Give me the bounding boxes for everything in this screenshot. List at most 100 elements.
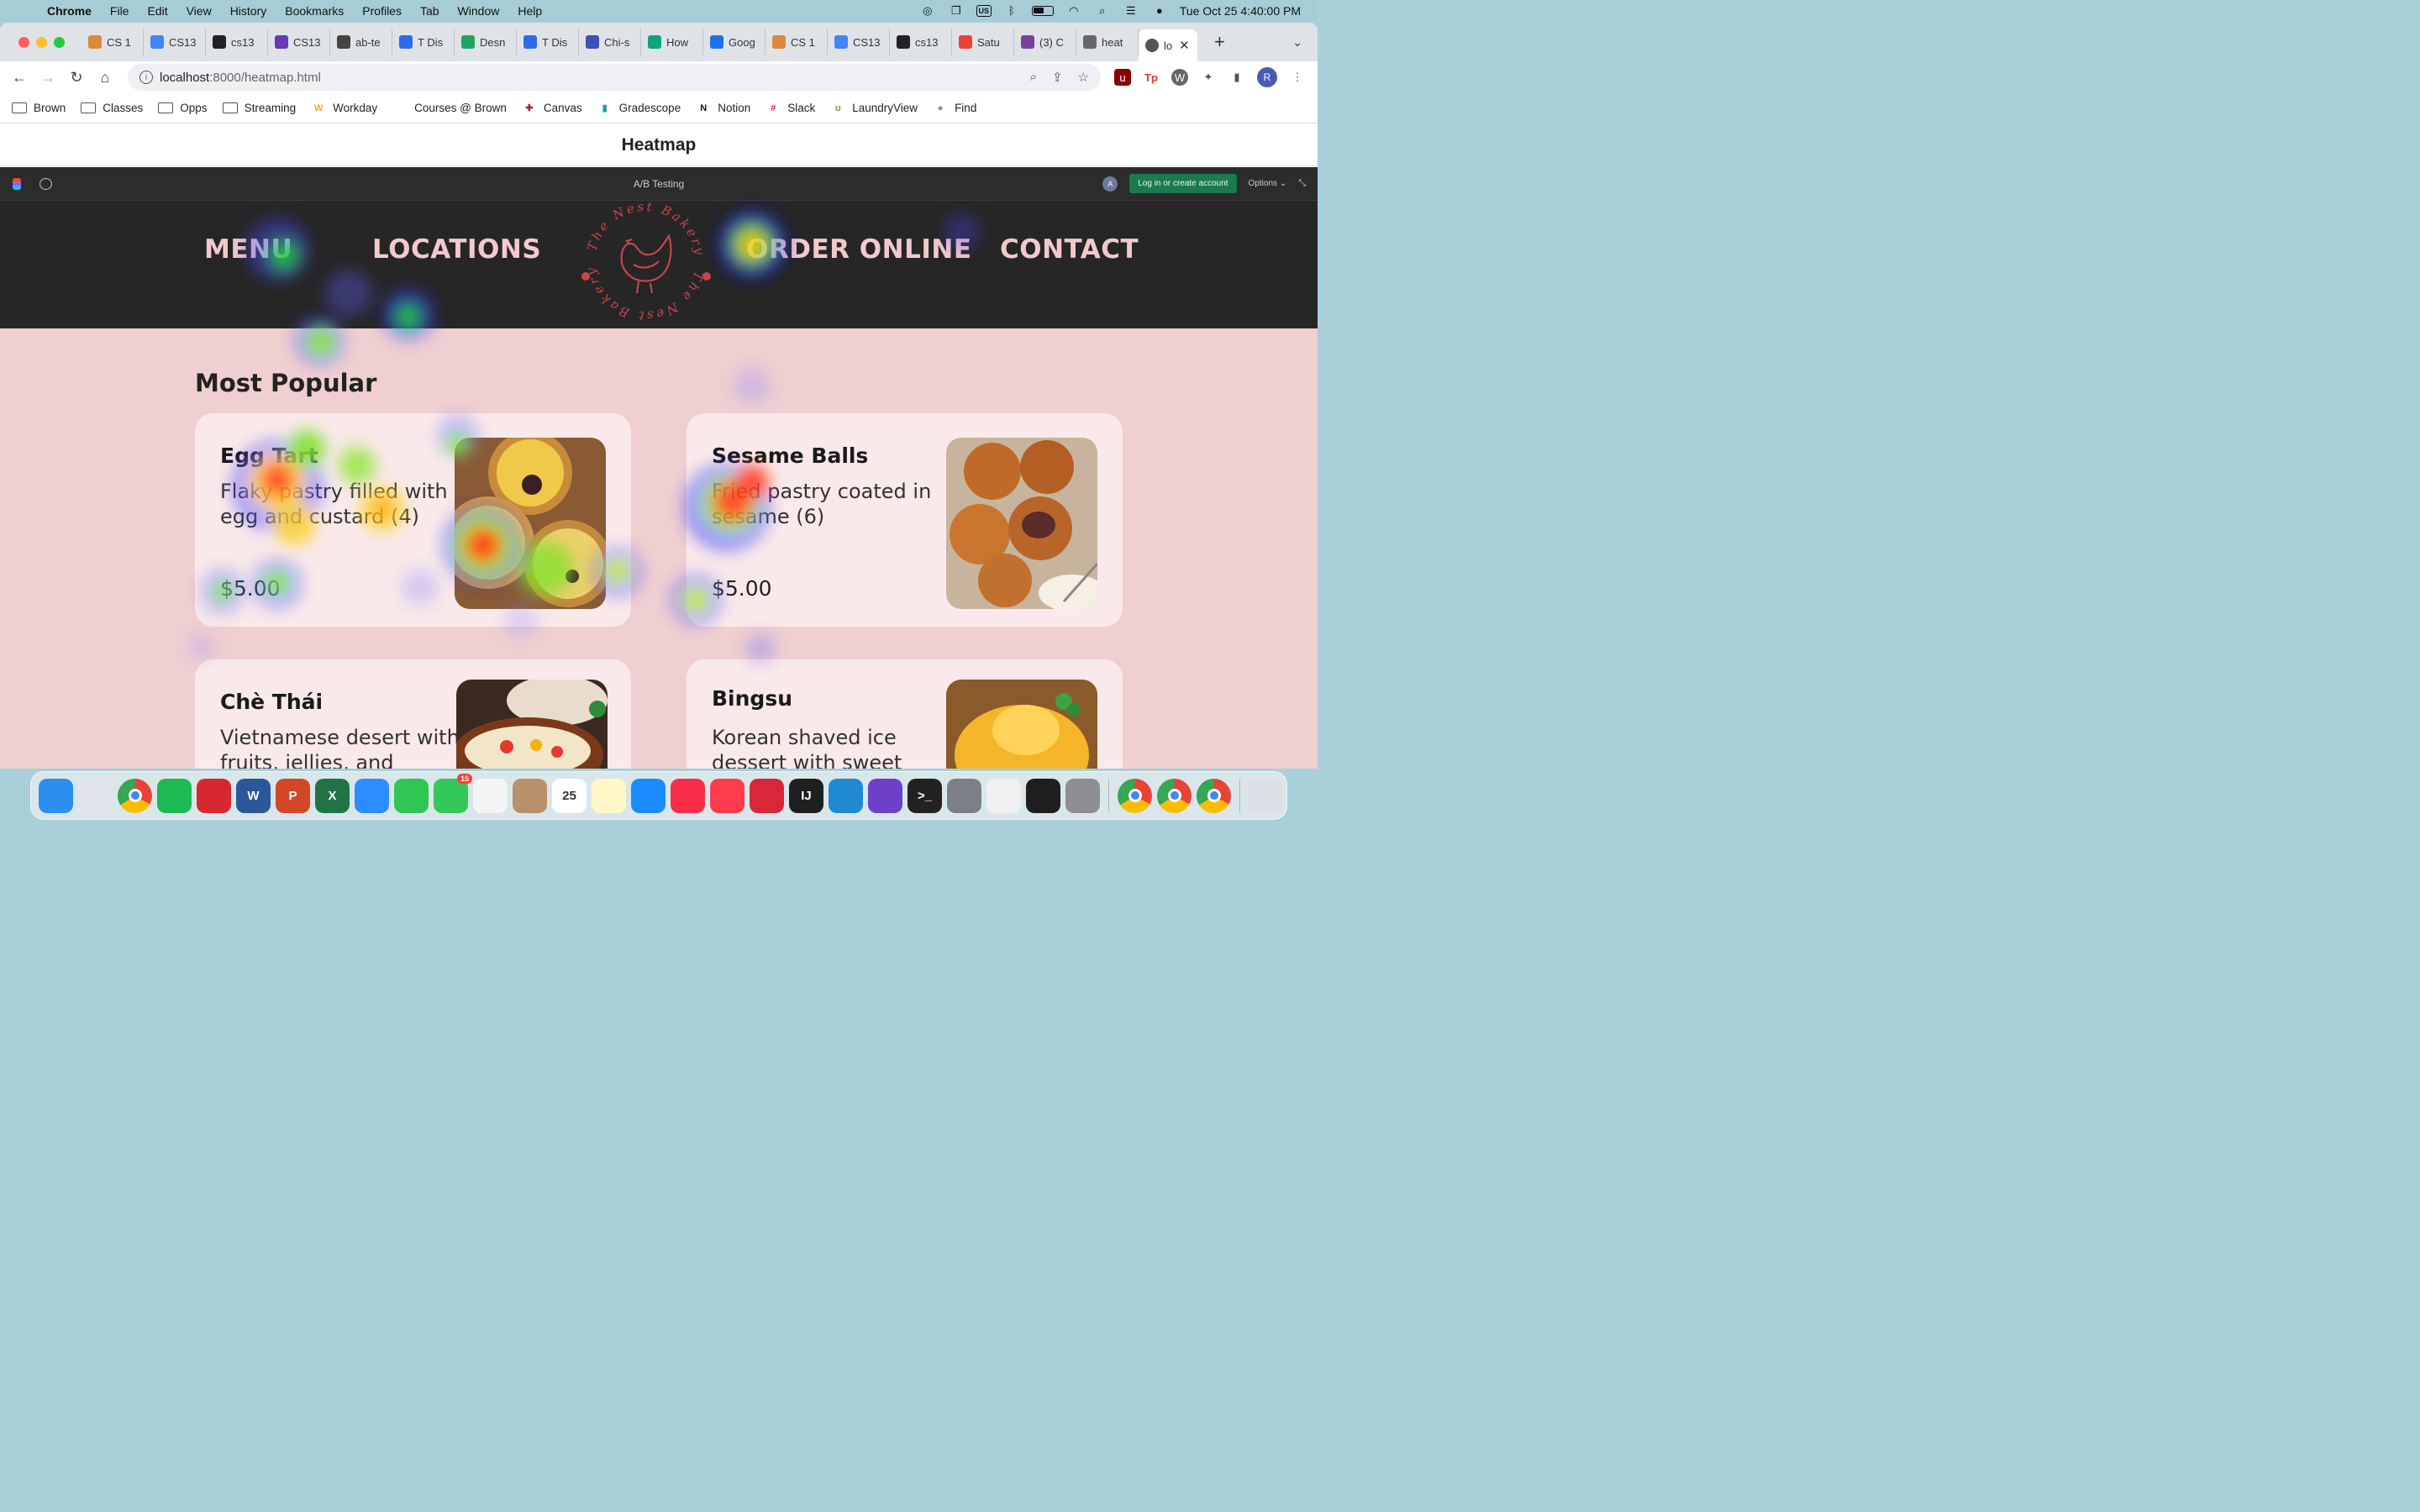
figma-avatar[interactable]: A: [1102, 176, 1118, 192]
figma-icon[interactable]: [1026, 778, 1060, 813]
tab-16[interactable]: heat: [1076, 29, 1139, 55]
github-desktop-icon[interactable]: [868, 778, 902, 813]
side-panel-icon[interactable]: ▮: [1228, 69, 1245, 86]
bookmark-streaming[interactable]: Streaming: [222, 102, 296, 114]
photos-icon[interactable]: [473, 778, 508, 813]
battery-icon[interactable]: [1031, 5, 1054, 16]
input-source-icon[interactable]: US: [976, 4, 992, 17]
zoom-icon[interactable]: [355, 778, 389, 813]
chrome-profile-3-icon[interactable]: [1197, 778, 1231, 813]
excel-icon[interactable]: X: [315, 778, 350, 813]
chrome-profile-2-icon[interactable]: [1157, 778, 1192, 813]
system-settings-icon[interactable]: [1065, 778, 1100, 813]
launchpad-icon[interactable]: [78, 778, 113, 813]
vscode-icon[interactable]: [829, 778, 863, 813]
facefind-icon[interactable]: [986, 778, 1021, 813]
window-switch-icon[interactable]: ❐: [948, 4, 965, 17]
tab-3[interactable]: CS13: [268, 29, 330, 55]
menu-view[interactable]: View: [187, 4, 212, 18]
product-card-bingsu[interactable]: Bingsu Korean shaved ice dessert with sw…: [687, 659, 1123, 769]
photobooth-icon[interactable]: [750, 778, 784, 813]
options-dropdown[interactable]: Options ⌄: [1249, 179, 1287, 188]
reload-button[interactable]: ↻: [62, 69, 91, 87]
w-extension-icon[interactable]: W: [1171, 69, 1188, 86]
bookmark-courses-brown[interactable]: Courses @ Brown: [414, 102, 507, 114]
finder-icon[interactable]: [39, 778, 73, 813]
tab-search-chevron-icon[interactable]: ⌄: [1292, 35, 1302, 50]
ublock-icon[interactable]: u: [1114, 69, 1131, 86]
forward-button[interactable]: →: [34, 69, 62, 87]
tab-7[interactable]: T Dis: [517, 29, 579, 55]
menu-app-name[interactable]: Chrome: [47, 4, 92, 18]
messages-icon[interactable]: 15: [434, 773, 472, 813]
tab-10[interactable]: Goog: [703, 29, 765, 55]
tab-1[interactable]: CS13: [144, 29, 206, 55]
tab-14[interactable]: Satu: [952, 29, 1014, 55]
bookmark-brown[interactable]: Brown: [12, 102, 66, 114]
powerpoint-icon[interactable]: P: [276, 778, 310, 813]
menubar-clock[interactable]: Tue Oct 25 4:40:00 PM: [1180, 4, 1301, 18]
close-tab-icon[interactable]: ✕: [1179, 38, 1190, 53]
puzzle-extensions-icon[interactable]: ✦: [1200, 69, 1217, 86]
menu-tab[interactable]: Tab: [420, 4, 439, 18]
menu-window[interactable]: Window: [458, 4, 500, 18]
tab-2[interactable]: cs13: [206, 29, 268, 55]
menu-help[interactable]: Help: [518, 4, 542, 18]
menu-edit[interactable]: Edit: [147, 4, 167, 18]
menu-bookmarks[interactable]: Bookmarks: [285, 4, 344, 18]
bookmark-notion[interactable]: N Notion: [696, 102, 750, 114]
facetime-icon[interactable]: [394, 778, 429, 813]
fullscreen-icon[interactable]: ⤡: [1298, 178, 1306, 189]
bookmark-star-icon[interactable]: ☆: [1078, 70, 1089, 85]
tab-11[interactable]: CS 1: [765, 29, 828, 55]
music-icon[interactable]: [671, 778, 705, 813]
bookmark-slack[interactable]: # Slack: [765, 102, 815, 114]
trash-icon[interactable]: [1249, 778, 1283, 813]
share-icon[interactable]: ⇪: [1052, 70, 1063, 85]
login-button[interactable]: Log in or create account: [1129, 174, 1237, 193]
tab-5[interactable]: T Dis: [392, 29, 455, 55]
news-icon[interactable]: [710, 778, 744, 813]
spotify-icon[interactable]: [157, 778, 192, 813]
zoom-window-button[interactable]: [54, 36, 65, 48]
address-bar[interactable]: i localhost:8000/heatmap.html ⌕ ⇪ ☆: [128, 64, 1101, 91]
more-menu-icon[interactable]: ⋮: [1289, 69, 1306, 86]
bookmark-laundryview[interactable]: ʊ LaundryView: [830, 102, 918, 114]
tab-8[interactable]: Chi-s: [579, 29, 641, 55]
bookmark-workday[interactable]: W Workday: [311, 102, 377, 114]
nav-menu[interactable]: MENU: [204, 234, 292, 265]
bluetooth-icon[interactable]: ᛒ: [1003, 4, 1020, 17]
siri-icon[interactable]: ●: [1151, 4, 1168, 17]
chrome-profile-1-icon[interactable]: [1118, 778, 1152, 813]
bakery-logo[interactable]: The Nest Bakery The Nest Bakery: [578, 194, 713, 328]
product-card-egg-tart[interactable]: Egg Tart Flaky pastry filled with egg an…: [195, 413, 631, 627]
bookmark-find[interactable]: ● Find: [933, 102, 977, 114]
terminal-icon[interactable]: >_: [908, 778, 942, 813]
menu-profiles[interactable]: Profiles: [362, 4, 402, 18]
tab-6[interactable]: Desn: [455, 29, 517, 55]
tab-0[interactable]: CS 1: [82, 29, 144, 55]
minimize-window-button[interactable]: [36, 36, 47, 48]
gamecontroller-icon[interactable]: [947, 778, 981, 813]
back-button[interactable]: ←: [5, 69, 34, 87]
calendar-icon[interactable]: 25: [552, 778, 587, 813]
tab-9[interactable]: How: [641, 29, 703, 55]
nav-contact[interactable]: CONTACT: [1000, 234, 1139, 265]
bookmark-classes[interactable]: Classes: [81, 102, 143, 114]
acrobat-icon[interactable]: [197, 778, 231, 813]
spotlight-search-icon[interactable]: ⌕: [1094, 4, 1111, 17]
control-center-icon[interactable]: ☰: [1123, 4, 1139, 17]
tab-12[interactable]: CS13: [828, 29, 890, 55]
tab-13[interactable]: cs13: [890, 29, 952, 55]
profile-avatar[interactable]: R: [1257, 67, 1277, 87]
wifi-icon[interactable]: ◠: [1065, 4, 1082, 17]
site-info-icon[interactable]: i: [139, 71, 153, 84]
chrome-icon[interactable]: [118, 778, 152, 813]
new-tab-button[interactable]: +: [1214, 31, 1225, 53]
word-icon[interactable]: W: [236, 778, 271, 813]
close-window-button[interactable]: [18, 36, 29, 48]
notes-icon[interactable]: [592, 778, 626, 813]
product-card-sesame-balls[interactable]: Sesame Balls Fried pastry coated in sesa…: [687, 413, 1123, 627]
tp-extension-icon[interactable]: Tp: [1143, 69, 1160, 86]
airdrop-icon[interactable]: ◎: [919, 4, 936, 17]
